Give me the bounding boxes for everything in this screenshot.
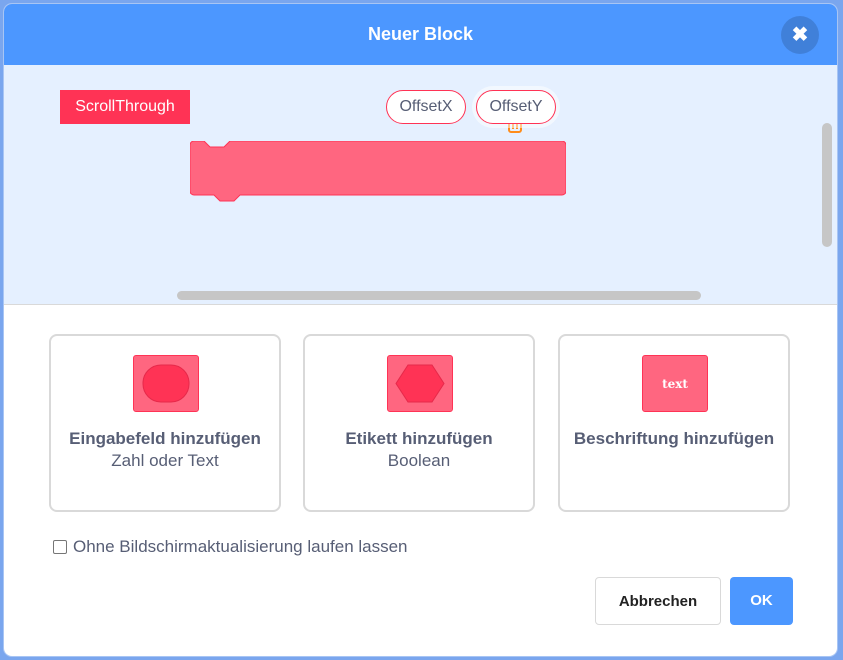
ok-button[interactable]: OK	[730, 577, 793, 625]
checkbox-label: Ohne Bildschirmaktualisierung laufen las…	[73, 537, 408, 556]
block-name-field[interactable]: ScrollThrough	[60, 90, 190, 124]
close-icon: ✖	[791, 24, 809, 46]
option-title-text: Eingabefeld hinzufügen	[69, 429, 261, 448]
run-without-screen-refresh-checkbox[interactable]	[53, 540, 67, 554]
block-arg-offsetx[interactable]: OffsetX	[386, 90, 466, 124]
custom-block-shape[interactable]	[190, 141, 566, 205]
add-input-number-text-option[interactable]: Eingabefeld hinzufügen Zahl oder Text	[49, 334, 281, 512]
close-button[interactable]: ✖	[781, 16, 819, 54]
run-without-screen-refresh-row[interactable]: Ohne Bildschirmaktualisierung laufen las…	[53, 536, 408, 558]
boolean-input-icon	[387, 355, 453, 412]
new-block-dialog: Neuer Block ✖ ScrollThrough OffsetX Offs…	[4, 4, 837, 656]
text-label-icon-text: text	[662, 376, 688, 391]
dialog-header: Neuer Block ✖	[4, 4, 837, 65]
option-subtitle: Boolean	[387, 451, 451, 470]
option-title: Etikett hinzufügen Boolean	[315, 428, 523, 472]
round-input-icon	[133, 355, 199, 412]
add-input-boolean-option[interactable]: Etikett hinzufügen Boolean	[303, 334, 535, 512]
option-title: Beschriftung hinzufügen	[570, 428, 778, 450]
option-subtitle: Zahl oder Text	[111, 451, 219, 470]
vertical-scrollbar[interactable]	[822, 123, 832, 247]
horizontal-scrollbar[interactable]	[177, 291, 701, 300]
option-title-text: Beschriftung hinzufügen	[573, 429, 775, 448]
block-arg-offsety[interactable]: OffsetY	[476, 90, 556, 124]
option-title: Eingabefeld hinzufügen Zahl oder Text	[61, 428, 269, 472]
dialog-title: Neuer Block	[367, 24, 474, 44]
text-label-icon: text	[642, 355, 708, 412]
option-title-text: Etikett hinzufügen	[345, 429, 493, 448]
cancel-button[interactable]: Abbrechen	[595, 577, 721, 625]
add-label-text-option[interactable]: text Beschriftung hinzufügen	[558, 334, 790, 512]
